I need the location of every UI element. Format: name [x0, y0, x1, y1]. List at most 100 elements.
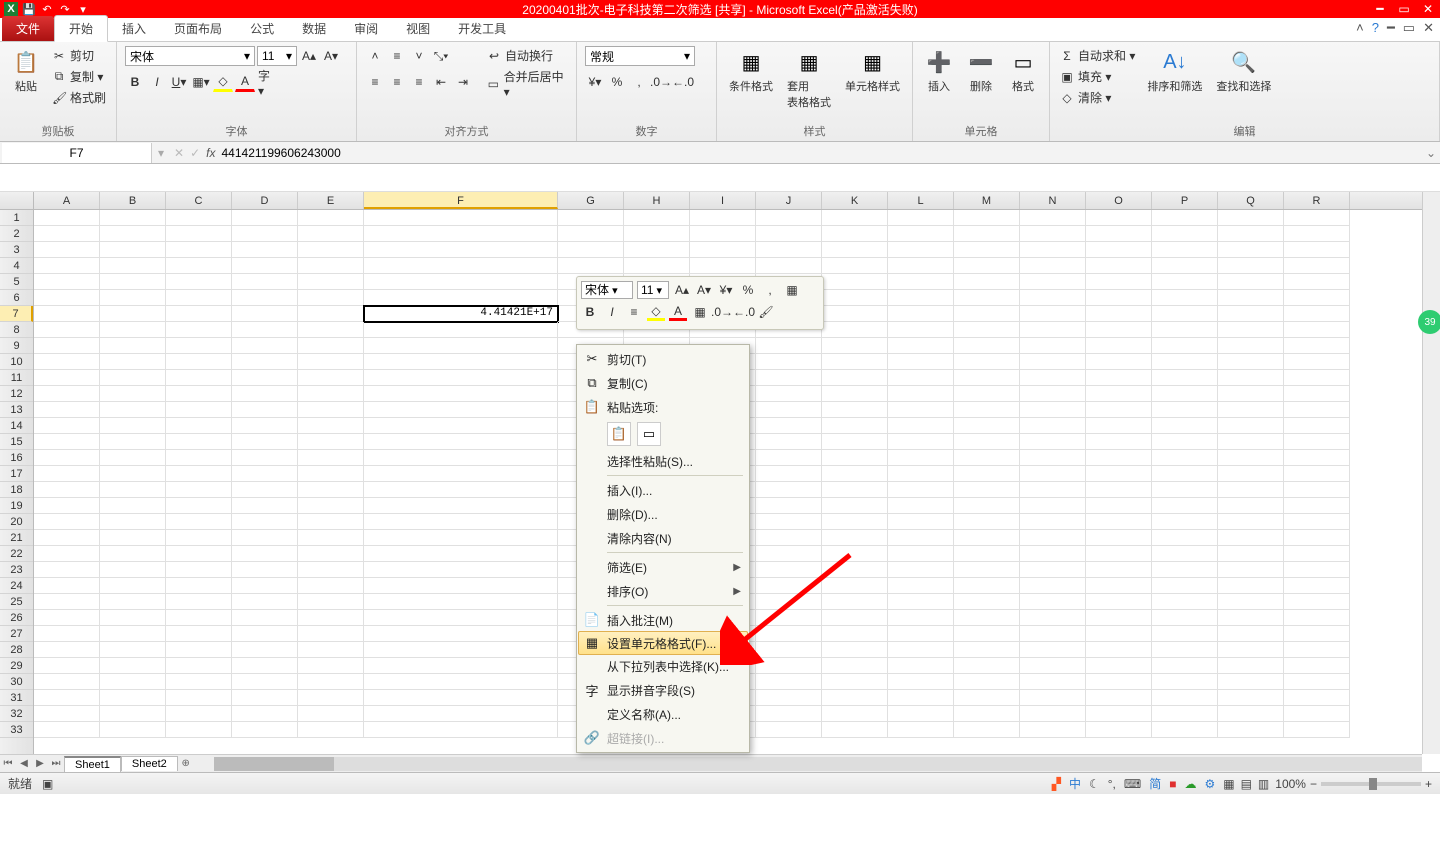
- ctx-pick-from-dropdown[interactable]: 从下拉列表中选择(K)...: [579, 654, 747, 678]
- cell-N27[interactable]: [1020, 626, 1086, 642]
- tab-formulas[interactable]: 公式: [236, 16, 288, 41]
- cell-Q16[interactable]: [1218, 450, 1284, 466]
- cell-M22[interactable]: [954, 546, 1020, 562]
- cell-F6[interactable]: [364, 290, 558, 306]
- cell-D8[interactable]: [232, 322, 298, 338]
- cell-K33[interactable]: [822, 722, 888, 738]
- cell-L3[interactable]: [888, 242, 954, 258]
- cell-L18[interactable]: [888, 482, 954, 498]
- cell-L29[interactable]: [888, 658, 954, 674]
- ctx-copy[interactable]: ⧉复制(C): [579, 371, 747, 395]
- cell-M2[interactable]: [954, 226, 1020, 242]
- cell-R24[interactable]: [1284, 578, 1350, 594]
- tab-data[interactable]: 数据: [288, 16, 340, 41]
- cell-N25[interactable]: [1020, 594, 1086, 610]
- cell-Q17[interactable]: [1218, 466, 1284, 482]
- cell-A20[interactable]: [34, 514, 100, 530]
- cell-J26[interactable]: [756, 610, 822, 626]
- cell-C25[interactable]: [166, 594, 232, 610]
- row-header-17[interactable]: 17: [0, 466, 33, 482]
- mini-align-icon[interactable]: ≡: [625, 303, 643, 321]
- cell-P12[interactable]: [1152, 386, 1218, 402]
- cell-O28[interactable]: [1086, 642, 1152, 658]
- cell-N17[interactable]: [1020, 466, 1086, 482]
- cell-N5[interactable]: [1020, 274, 1086, 290]
- cell-J29[interactable]: [756, 658, 822, 674]
- cell-K18[interactable]: [822, 482, 888, 498]
- cell-O27[interactable]: [1086, 626, 1152, 642]
- cell-M10[interactable]: [954, 354, 1020, 370]
- cell-A21[interactable]: [34, 530, 100, 546]
- cell-K21[interactable]: [822, 530, 888, 546]
- cell-Q29[interactable]: [1218, 658, 1284, 674]
- row-header-31[interactable]: 31: [0, 690, 33, 706]
- cell-C15[interactable]: [166, 434, 232, 450]
- horizontal-scroll-thumb[interactable]: [214, 757, 334, 771]
- cell-B19[interactable]: [100, 498, 166, 514]
- cell-P23[interactable]: [1152, 562, 1218, 578]
- mini-font-color-icon[interactable]: A: [669, 303, 687, 321]
- cell-E1[interactable]: [298, 210, 364, 226]
- wrap-text-button[interactable]: ↩自动换行: [485, 46, 568, 65]
- cell-C16[interactable]: [166, 450, 232, 466]
- row-header-6[interactable]: 6: [0, 290, 33, 306]
- cell-A22[interactable]: [34, 546, 100, 562]
- cell-P13[interactable]: [1152, 402, 1218, 418]
- cell-C8[interactable]: [166, 322, 232, 338]
- tab-page-layout[interactable]: 页面布局: [160, 16, 236, 41]
- tab-review[interactable]: 审阅: [340, 16, 392, 41]
- cell-D3[interactable]: [232, 242, 298, 258]
- cell-K6[interactable]: [822, 290, 888, 306]
- italic-icon[interactable]: I: [147, 72, 167, 92]
- cell-O26[interactable]: [1086, 610, 1152, 626]
- cell-R23[interactable]: [1284, 562, 1350, 578]
- cell-J16[interactable]: [756, 450, 822, 466]
- cell-B31[interactable]: [100, 690, 166, 706]
- horizontal-scrollbar[interactable]: [214, 757, 1422, 771]
- cell-L25[interactable]: [888, 594, 954, 610]
- qat-more-icon[interactable]: ▾: [76, 2, 90, 16]
- cell-N20[interactable]: [1020, 514, 1086, 530]
- cell-P4[interactable]: [1152, 258, 1218, 274]
- align-middle-icon[interactable]: ≡: [387, 46, 407, 66]
- cell-P9[interactable]: [1152, 338, 1218, 354]
- cell-B10[interactable]: [100, 354, 166, 370]
- mini-border-icon[interactable]: ▦: [783, 281, 801, 299]
- cell-Q20[interactable]: [1218, 514, 1284, 530]
- cell-C20[interactable]: [166, 514, 232, 530]
- cell-D26[interactable]: [232, 610, 298, 626]
- cell-L16[interactable]: [888, 450, 954, 466]
- cell-A11[interactable]: [34, 370, 100, 386]
- cell-E19[interactable]: [298, 498, 364, 514]
- cell-Q27[interactable]: [1218, 626, 1284, 642]
- cell-P19[interactable]: [1152, 498, 1218, 514]
- name-box[interactable]: F7: [2, 143, 152, 163]
- col-header-C[interactable]: C: [166, 192, 232, 209]
- cell-N6[interactable]: [1020, 290, 1086, 306]
- cell-L12[interactable]: [888, 386, 954, 402]
- cell-N26[interactable]: [1020, 610, 1086, 626]
- autosum-button[interactable]: Σ自动求和 ▾: [1058, 46, 1137, 65]
- cell-N8[interactable]: [1020, 322, 1086, 338]
- cell-K23[interactable]: [822, 562, 888, 578]
- cell-Q24[interactable]: [1218, 578, 1284, 594]
- cell-M17[interactable]: [954, 466, 1020, 482]
- cell-M15[interactable]: [954, 434, 1020, 450]
- col-header-J[interactable]: J: [756, 192, 822, 209]
- cell-L7[interactable]: [888, 306, 954, 322]
- ime-keyboard-icon[interactable]: ⌨: [1122, 777, 1143, 791]
- cell-M12[interactable]: [954, 386, 1020, 402]
- cell-K26[interactable]: [822, 610, 888, 626]
- cell-D14[interactable]: [232, 418, 298, 434]
- close-button[interactable]: ✕: [1420, 2, 1436, 16]
- cell-N29[interactable]: [1020, 658, 1086, 674]
- cell-B26[interactable]: [100, 610, 166, 626]
- cell-O2[interactable]: [1086, 226, 1152, 242]
- cell-N33[interactable]: [1020, 722, 1086, 738]
- align-top-icon[interactable]: ˄: [365, 46, 385, 66]
- cell-N28[interactable]: [1020, 642, 1086, 658]
- cell-Q8[interactable]: [1218, 322, 1284, 338]
- cell-O33[interactable]: [1086, 722, 1152, 738]
- cell-B5[interactable]: [100, 274, 166, 290]
- cell-E13[interactable]: [298, 402, 364, 418]
